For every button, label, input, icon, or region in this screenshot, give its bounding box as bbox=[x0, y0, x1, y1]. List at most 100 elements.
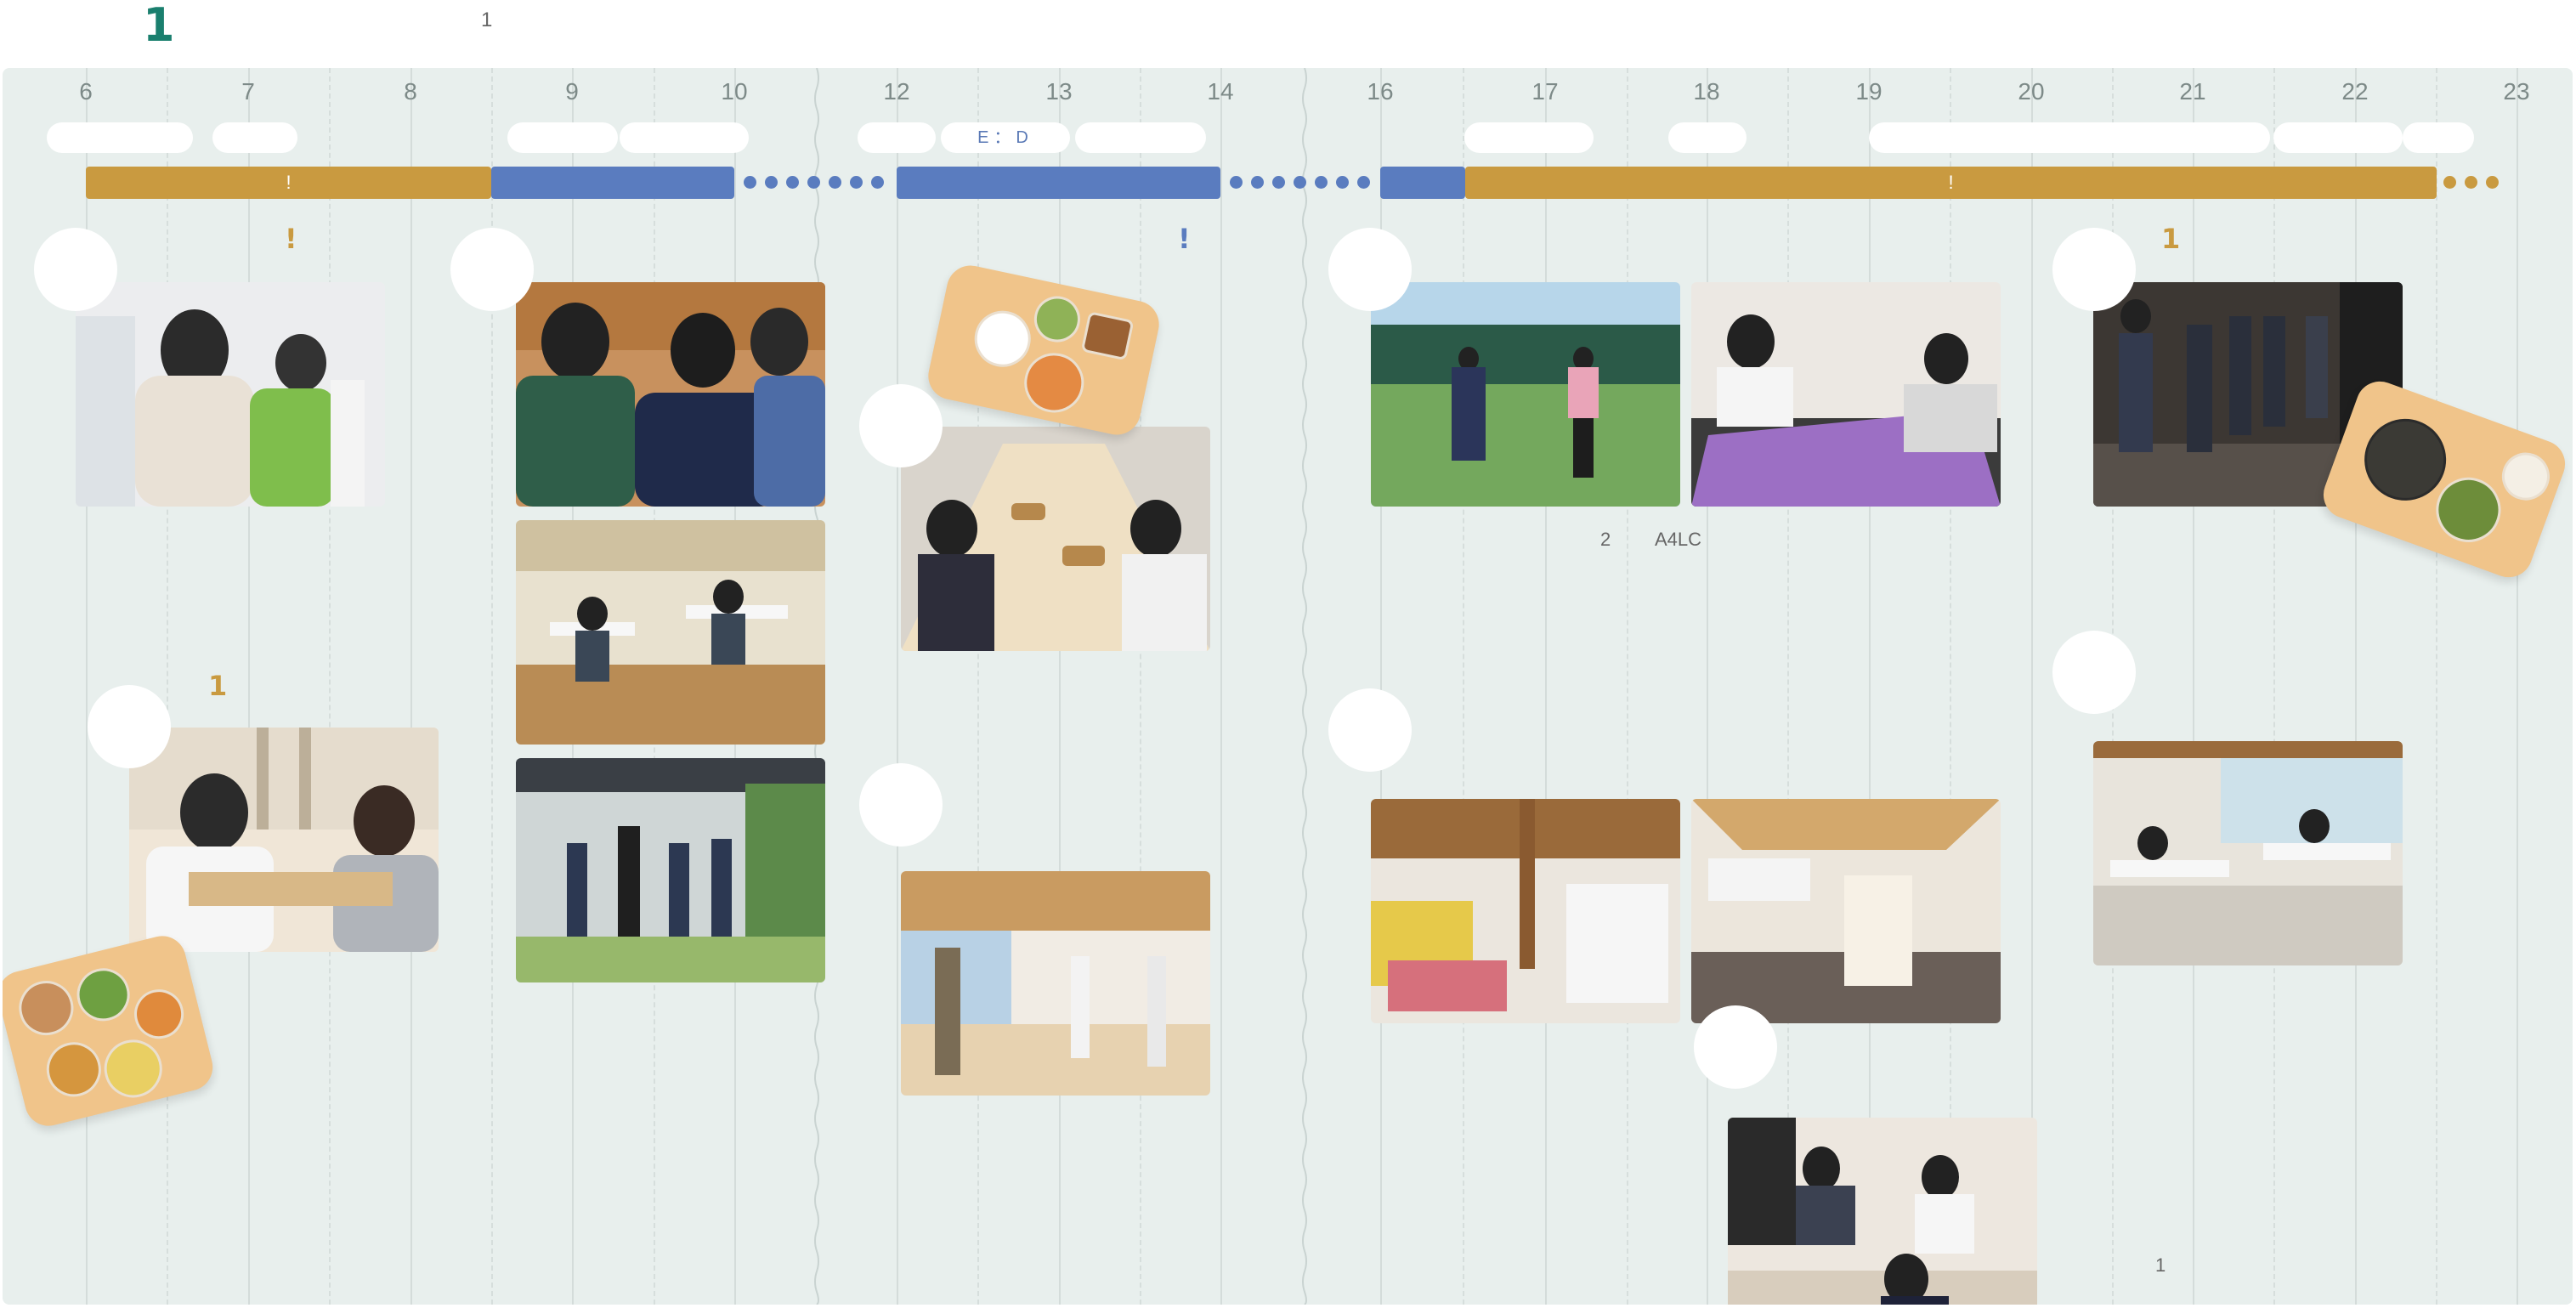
breakfast-photo bbox=[129, 728, 439, 952]
study-room-photo bbox=[2093, 741, 2403, 965]
bar-mark: ! bbox=[1948, 172, 1954, 193]
photo-badge bbox=[450, 228, 534, 311]
hour-line bbox=[2517, 68, 2518, 1305]
hour-label: 16 bbox=[1367, 78, 1394, 105]
schedule-bar-class bbox=[897, 167, 1220, 199]
salad-dish bbox=[71, 962, 136, 1027]
washing-face-photo bbox=[76, 282, 385, 507]
hour-label: 20 bbox=[2018, 78, 2045, 105]
photo-badge bbox=[2052, 631, 2136, 714]
pastry-dish bbox=[41, 1036, 107, 1103]
hour-label: 12 bbox=[883, 78, 910, 105]
timeline-dot bbox=[1336, 176, 1349, 189]
activity-pill bbox=[47, 122, 193, 153]
activity-pill bbox=[507, 122, 618, 153]
hour-line bbox=[1059, 68, 1061, 1305]
hour-line bbox=[1707, 68, 1708, 1305]
hour-line bbox=[248, 68, 250, 1305]
timeline-dot bbox=[1357, 176, 1370, 189]
lounge-photo bbox=[1728, 1118, 2037, 1305]
activity-pill bbox=[212, 122, 297, 153]
timeline-dot bbox=[2486, 176, 2499, 189]
bar-mark: ! bbox=[286, 172, 292, 193]
breakfast-tray-image bbox=[3, 931, 218, 1131]
timeline-dot bbox=[807, 176, 820, 189]
half-hour-line bbox=[1627, 68, 1628, 1305]
half-hour-line bbox=[2273, 68, 2275, 1305]
header: 1 1 bbox=[0, 0, 2576, 66]
hour-label: 23 bbox=[2503, 78, 2530, 105]
kitchen-photo bbox=[1371, 799, 1680, 1023]
half-hour-line bbox=[1463, 68, 1464, 1305]
hour-label: 22 bbox=[2341, 78, 2369, 105]
lunch-photo bbox=[901, 427, 1210, 651]
entrance-photo bbox=[516, 758, 825, 982]
hour-label: 14 bbox=[1207, 78, 1234, 105]
timeline-dot bbox=[2465, 176, 2477, 189]
students-talking-photo bbox=[516, 282, 825, 507]
morning-accent-mark: ! bbox=[285, 223, 297, 255]
schedule-bar-class bbox=[1380, 167, 1465, 199]
lunch-tray-image bbox=[924, 261, 1163, 439]
photo-badge bbox=[2052, 228, 2136, 311]
hour-label: 19 bbox=[1855, 78, 1882, 105]
activity-pill bbox=[1075, 122, 1206, 153]
activity-pill bbox=[858, 122, 936, 153]
bread-dish bbox=[13, 975, 80, 1041]
midday-accent-mark: ! bbox=[1178, 223, 1191, 255]
hour-line bbox=[897, 68, 898, 1305]
photo-badge bbox=[859, 763, 943, 847]
photo-badge bbox=[34, 228, 117, 311]
breakfast-accent-mark: 1 bbox=[208, 670, 228, 702]
classroom-photo bbox=[516, 520, 825, 745]
activity-pill bbox=[1869, 122, 2270, 153]
rice-bowl bbox=[969, 305, 1036, 372]
caption-count: 2 bbox=[1600, 529, 1611, 550]
photo-badge bbox=[88, 685, 171, 768]
timeline-dot bbox=[1294, 176, 1306, 189]
half-hour-line bbox=[329, 68, 331, 1305]
timeline-board: 6 7 8 9 10 12 13 14 16 17 18 19 20 21 22… bbox=[3, 68, 2573, 1305]
hour-label: 6 bbox=[79, 78, 93, 105]
main-dish bbox=[1080, 311, 1135, 361]
half-hour-line bbox=[2436, 68, 2437, 1305]
hour-label: 9 bbox=[565, 78, 579, 105]
timeline-dot bbox=[2443, 176, 2456, 189]
hour-line bbox=[2193, 68, 2194, 1305]
side-dish bbox=[1029, 292, 1084, 347]
hour-label: 8 bbox=[404, 78, 417, 105]
activity-pill bbox=[1668, 122, 1747, 153]
photo-badge bbox=[859, 384, 943, 467]
hour-line bbox=[1220, 68, 1222, 1305]
hour-label: 17 bbox=[1531, 78, 1559, 105]
fruit-dish bbox=[128, 983, 190, 1045]
activity-pill bbox=[1464, 122, 1594, 153]
timeline-dot bbox=[850, 176, 863, 189]
activity-pill bbox=[620, 122, 749, 153]
timeline-dot bbox=[744, 176, 756, 189]
page-title: 1 bbox=[143, 0, 175, 52]
board-game-photo bbox=[1691, 282, 2001, 507]
hour-line bbox=[1545, 68, 1547, 1305]
photo-badge bbox=[1328, 688, 1412, 772]
photo-badge bbox=[1328, 228, 1412, 311]
soup-bowl bbox=[98, 1033, 168, 1104]
hour-line bbox=[2355, 68, 2357, 1305]
caption-bottom: 1 bbox=[2155, 1254, 2166, 1276]
activity-pill-lunch: E：D bbox=[941, 122, 1070, 153]
schedule-bar-morning: ! bbox=[86, 167, 491, 199]
timeline-dot bbox=[786, 176, 799, 189]
time-break-line bbox=[1302, 68, 1307, 1305]
schedule-bar-evening: ! bbox=[1465, 167, 2437, 199]
hour-label: 21 bbox=[2179, 78, 2206, 105]
caption-paper: A4LC bbox=[1655, 529, 1702, 550]
timeline-dot bbox=[829, 176, 841, 189]
timeline-dot bbox=[1272, 176, 1285, 189]
hour-label: 7 bbox=[241, 78, 255, 105]
evening-accent-mark: 1 bbox=[2161, 223, 2181, 255]
half-hour-line bbox=[167, 68, 168, 1305]
timeline-dot bbox=[1315, 176, 1328, 189]
hour-label: 18 bbox=[1693, 78, 1720, 105]
half-hour-line bbox=[977, 68, 979, 1305]
schedule-bar-class bbox=[491, 167, 734, 199]
